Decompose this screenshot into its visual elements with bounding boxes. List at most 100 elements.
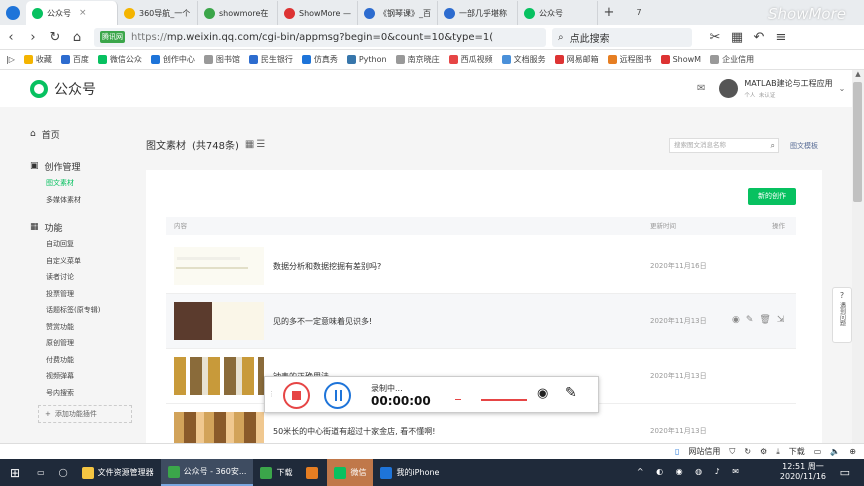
forward-icon[interactable]: ›: [22, 30, 44, 45]
webcam-icon[interactable]: ◉: [537, 386, 548, 401]
apps-grid-icon[interactable]: ▦: [726, 30, 748, 45]
browser-logo-icon[interactable]: [0, 1, 26, 25]
bookmark-item[interactable]: 民生银行: [248, 54, 293, 65]
sidebar-item-creation[interactable]: ▣ 创作管理: [30, 157, 130, 175]
system-clock[interactable]: 12:51 周一 2020/11/16: [780, 462, 826, 482]
sidebar-item-function[interactable]: ▦ 功能: [30, 218, 130, 236]
feedback-button[interactable]: ? 遇到问题: [832, 287, 852, 343]
taskbar-item[interactable]: 我的iPhone: [373, 459, 446, 486]
extensions-icon[interactable]: ✂: [704, 30, 726, 45]
delete-icon[interactable]: 🗑: [759, 315, 770, 325]
browser-tab[interactable]: 一部几乎堪称: [438, 1, 518, 25]
sidebar-item-function-sub[interactable]: 赞赏功能: [30, 319, 130, 336]
site-trust-label[interactable]: 网站信用: [688, 446, 720, 457]
new-tab-button[interactable]: +: [598, 1, 620, 25]
refresh-icon[interactable]: ↻: [44, 30, 66, 45]
undo-icon[interactable]: ↶: [748, 30, 770, 45]
shield-icon[interactable]: ⛉: [729, 447, 735, 457]
bookmark-item[interactable]: 创作中心: [150, 54, 195, 65]
bookmark-item[interactable]: ShowM: [660, 55, 701, 64]
bookmark-item[interactable]: 南京晓庄: [395, 54, 440, 65]
back-icon[interactable]: ‹: [0, 30, 22, 45]
taskbar-item[interactable]: 公众号 - 360安...: [160, 459, 254, 486]
article-title[interactable]: 50米长的中心街道有超过十家金店, 看不懂啊!: [273, 426, 435, 437]
taskbar-item[interactable]: 下载: [253, 459, 299, 486]
close-tab-icon[interactable]: ×: [79, 8, 87, 18]
pen-icon[interactable]: ✎: [565, 385, 577, 401]
sidebar-item-function-sub[interactable]: 原创管理: [30, 335, 130, 352]
browser-tab[interactable]: 公众号 ×: [26, 1, 118, 25]
download-icon[interactable]: ⤓: [776, 447, 780, 457]
search-box[interactable]: ⌕ 点此搜索: [552, 27, 692, 47]
pause-record-button[interactable]: [324, 382, 351, 409]
bookmark-item[interactable]: 图书馆: [203, 54, 240, 65]
bookmark-item[interactable]: Python: [346, 55, 387, 64]
edit-icon[interactable]: ✎: [746, 315, 754, 325]
stop-record-button[interactable]: [283, 382, 310, 409]
sidebar-item-home[interactable]: ⌂ 首页: [30, 125, 130, 143]
wx-account[interactable]: ✉ MATLAB建论与工程应用 个人 未认证 ⌄: [697, 78, 845, 99]
browser-tab[interactable]: 公众号: [518, 1, 598, 25]
bookmark-item[interactable]: 企业信用: [710, 54, 754, 65]
volume-icon[interactable]: 🔈: [830, 447, 840, 456]
new-creation-button[interactable]: 新的创作: [748, 188, 796, 205]
download-label[interactable]: 下载: [789, 446, 805, 457]
sidebar-item-function-sub[interactable]: 号内搜索: [30, 385, 130, 402]
wx-logo[interactable]: 公众号: [30, 79, 96, 99]
sidebar-item-function-sub[interactable]: 自动回复: [30, 236, 130, 253]
search-icon[interactable]: ⌕: [771, 139, 775, 152]
menu-icon[interactable]: ≡: [770, 30, 792, 45]
sidebar-item-function-sub[interactable]: 自定义菜单: [30, 253, 130, 270]
browser-tab[interactable]: showmore在: [198, 1, 278, 25]
taskbar-item[interactable]: 文件资源管理器: [75, 459, 161, 486]
more-icon[interactable]: ⇲: [777, 315, 785, 325]
drag-handle[interactable]: ⋮: [268, 390, 275, 398]
article-title[interactable]: 见的多不一定意味着见识多!: [273, 316, 372, 327]
preview-icon[interactable]: ◉: [732, 315, 740, 325]
address-bar[interactable]: 腾讯网 https://mp.weixin.qq.com/cgi-bin/app…: [94, 27, 546, 47]
add-plugin-button[interactable]: + 添加功能插件: [38, 405, 132, 423]
home-icon[interactable]: ⌂: [66, 30, 88, 45]
tray-icons[interactable]: ^ ◐ ◉ ◍ ♪ ✉: [637, 467, 744, 476]
sidebar-item-creation-sub[interactable]: 图文素材: [30, 175, 130, 192]
bookmark-item[interactable]: 远程图书: [607, 54, 652, 65]
site-trust-icon[interactable]: ▯: [675, 447, 679, 456]
browser-tab[interactable]: ShowMore —: [278, 1, 358, 25]
scroll-up-icon[interactable]: ▲: [852, 70, 864, 78]
refresh-status-icon[interactable]: ↻: [744, 447, 751, 456]
sidebar-item-function-sub[interactable]: 视频弹幕: [30, 368, 130, 385]
task-view-icon[interactable]: ▭: [30, 459, 52, 486]
scrollbar-thumb[interactable]: [853, 82, 862, 202]
table-row[interactable]: 数据分析和数据挖掘有差别吗? 2020年11月16日: [166, 239, 796, 294]
table-row[interactable]: 见的多不一定意味着见识多! 2020年11月13日 ◉ ✎ 🗑 ⇲: [166, 294, 796, 349]
bookmark-item[interactable]: 文档服务: [501, 54, 546, 65]
grid-view-icon[interactable]: ▦: [245, 139, 254, 150]
mail-icon[interactable]: ✉: [697, 83, 705, 94]
material-search-input[interactable]: 搜索图文消息名称 ⌕: [669, 138, 779, 153]
bookmark-item[interactable]: 百度: [60, 54, 89, 65]
tab-count-badge[interactable]: 7: [628, 1, 650, 25]
browser-tab[interactable]: 360导航_一个: [118, 1, 198, 25]
list-view-icon[interactable]: ☰: [256, 139, 265, 150]
bookmark-toggle-icon[interactable]: |▷: [6, 55, 15, 64]
notification-icon[interactable]: ▭: [840, 466, 850, 479]
zoom-icon[interactable]: ⊕: [849, 447, 856, 456]
sidebar-item-function-sub[interactable]: 读者讨论: [30, 269, 130, 286]
extension-icon[interactable]: ⚙: [760, 447, 767, 456]
bookmark-item[interactable]: 网易邮箱: [554, 54, 599, 65]
article-title[interactable]: 数据分析和数据挖掘有差别吗?: [273, 261, 381, 272]
browser-tab[interactable]: 《钢琴课》_百: [358, 1, 438, 25]
sidebar-item-function-sub[interactable]: 话题标签(原专辑): [30, 302, 130, 319]
bookmark-item[interactable]: 西瓜视频: [448, 54, 493, 65]
search-icon[interactable]: ◯: [52, 459, 75, 486]
sidebar-item-creation-sub[interactable]: 多媒体素材: [30, 192, 130, 209]
bookmark-item[interactable]: 收藏: [23, 54, 52, 65]
bookmark-item[interactable]: 微信公众: [97, 54, 142, 65]
sidebar-item-function-sub[interactable]: 付费功能: [30, 352, 130, 369]
template-link[interactable]: 图文模板: [790, 141, 818, 151]
taskbar-item[interactable]: [299, 459, 327, 486]
taskbar-item[interactable]: 微信: [327, 459, 374, 486]
sidebar-item-function-sub[interactable]: 投票管理: [30, 286, 130, 303]
bookmark-item[interactable]: 仿真秀: [301, 54, 338, 65]
start-button[interactable]: ⊞: [0, 459, 30, 486]
